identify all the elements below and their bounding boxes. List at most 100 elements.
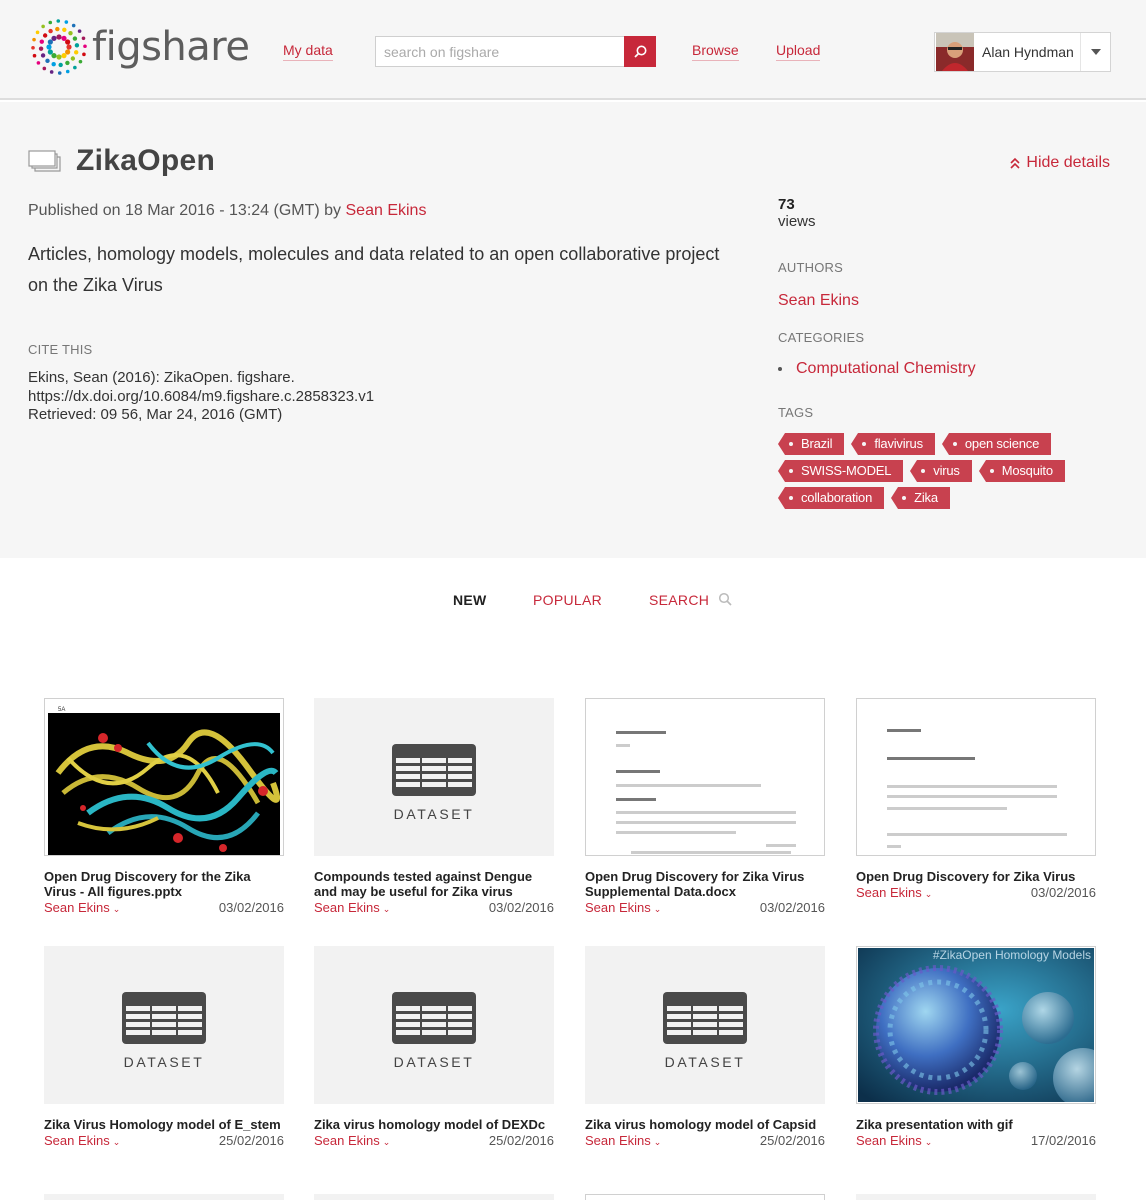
tab-popular[interactable]: POPULAR [533, 592, 602, 608]
next-row-thumbnail[interactable] [585, 1194, 825, 1200]
item-card[interactable]: DATASET Zika virus homology model of Cap… [585, 946, 825, 1149]
chevron-down-icon: ⌄ [924, 889, 933, 899]
item-thumbnail[interactable] [585, 698, 825, 856]
chevron-down-icon[interactable] [1080, 33, 1110, 71]
published-text: Published on 18 Mar 2016 - 13:24 (GMT) b… [28, 202, 342, 219]
tag[interactable]: collaboration [777, 487, 885, 509]
avatar [936, 33, 974, 71]
logo-dot [78, 59, 83, 64]
nav-upload[interactable]: Upload [776, 42, 821, 61]
next-row-thumbnail[interactable] [856, 1194, 1096, 1200]
next-row-thumbnail[interactable] [314, 1194, 554, 1200]
item-date: 03/02/2016 [1030, 885, 1096, 900]
item-card[interactable]: Open Drug Discovery for Zika Virus Suppl… [585, 698, 825, 916]
next-row-thumbnail[interactable] [44, 1194, 284, 1200]
logo-dot [56, 34, 62, 40]
hide-details-button[interactable]: Hide details [1010, 154, 1110, 172]
item-card[interactable]: DATASET Zika Virus Homology model of E_s… [44, 946, 284, 1149]
item-title[interactable]: Zika virus homology model of DEXDc [314, 1117, 554, 1132]
logo-dot [74, 50, 79, 55]
logo-dot [72, 36, 78, 41]
tab-new[interactable]: NEW [453, 592, 487, 608]
citation-line: Ekins, Sean (2016): ZikaOpen. figshare. [28, 369, 295, 386]
author-link[interactable]: Sean Ekins [778, 292, 859, 310]
search-button[interactable] [624, 36, 656, 67]
logo-dot [61, 53, 67, 59]
logo-dot [32, 53, 37, 58]
citation-doi: https://dx.doi.org/10.6084/m9.figshare.c… [28, 387, 375, 405]
logo-dot [47, 49, 53, 55]
item-title[interactable]: Open Drug Discovery for Zika Virus [856, 869, 1096, 884]
logo-dot [40, 53, 46, 58]
nav-browse[interactable]: Browse [692, 42, 739, 61]
item-thumbnail[interactable]: #ZikaOpen Homology Models [856, 946, 1096, 1104]
item-thumbnail[interactable]: DATASET [585, 946, 825, 1104]
chevron-down-icon: ⌄ [382, 1137, 391, 1147]
tag[interactable]: Brazil [777, 433, 845, 455]
item-author[interactable]: Sean Ekins ⌄ [44, 1133, 120, 1148]
item-thumbnail[interactable]: 5A [44, 698, 284, 856]
dataset-table-icon [392, 992, 476, 1044]
logo-dot [71, 23, 76, 28]
logo-dot [61, 35, 67, 41]
tab-search[interactable]: SEARCH [649, 592, 732, 608]
item-card[interactable]: 5A Open Drug Discovery for the Zika Viru… [44, 698, 284, 916]
item-title[interactable]: Open Drug Discovery for the Zika Virus -… [44, 869, 284, 899]
logo-dot [49, 70, 54, 74]
item-card[interactable]: #ZikaOpen Homology Models Zika presentat… [856, 946, 1096, 1149]
item-meta: Sean Ekins ⌄ 25/02/2016 [314, 1133, 554, 1149]
views-label: views [778, 213, 816, 230]
page-title: ZikaOpen [76, 144, 216, 177]
search-icon [719, 592, 732, 606]
item-author-name: Sean Ekins [856, 1133, 922, 1148]
item-thumbnail[interactable] [856, 698, 1096, 856]
item-title[interactable]: Zika Virus Homology model of E_stem [44, 1117, 284, 1132]
tab-search-label: SEARCH [649, 592, 710, 608]
nav-my-data[interactable]: My data [283, 42, 333, 61]
item-thumbnail[interactable]: DATASET [314, 946, 554, 1104]
item-author[interactable]: Sean Ekins ⌄ [585, 900, 661, 915]
logo-dot [66, 44, 72, 50]
tag-list: Brazil flavivirus open science SWISS-MOD… [777, 433, 1098, 509]
citation: Ekins, Sean (2016): ZikaOpen. figshare. … [28, 369, 374, 425]
logo-dot [48, 28, 53, 34]
item-author[interactable]: Sean Ekins ⌄ [314, 1133, 390, 1148]
item-meta: Sean Ekins ⌄ 25/02/2016 [44, 1133, 284, 1149]
item-thumbnail[interactable]: DATASET [314, 698, 554, 856]
published-author-link[interactable]: Sean Ekins [346, 202, 427, 219]
logo-dot [68, 30, 73, 36]
item-card[interactable]: DATASET Zika virus homology model of DEX… [314, 946, 554, 1149]
item-title[interactable]: Zika presentation with gif [856, 1117, 1096, 1132]
tag[interactable]: Zika [891, 487, 950, 509]
item-author-name: Sean Ekins [314, 900, 380, 915]
search-input[interactable] [375, 36, 625, 67]
tag[interactable]: virus [910, 460, 972, 482]
item-title[interactable]: Zika virus homology model of Capsid [585, 1117, 825, 1132]
user-menu[interactable]: Alan Hyndman [934, 32, 1111, 72]
item-title[interactable]: Compounds tested against Dengue and may … [314, 869, 554, 899]
item-author[interactable]: Sean Ekins ⌄ [856, 885, 932, 900]
item-thumbnail[interactable]: DATASET [44, 946, 284, 1104]
category-link[interactable]: Computational Chemistry [778, 360, 976, 378]
tag[interactable]: Mosquito [978, 460, 1065, 482]
tag[interactable]: flavivirus [851, 433, 935, 455]
item-author[interactable]: Sean Ekins ⌄ [44, 900, 120, 915]
tag[interactable]: SWISS-MODEL [777, 460, 904, 482]
item-card[interactable]: DATASET Compounds tested against Dengue … [314, 698, 554, 916]
search-icon [634, 45, 647, 58]
tag[interactable]: open science [941, 433, 1052, 455]
item-card[interactable]: Open Drug Discovery for Zika Virus Sean … [856, 698, 1096, 901]
item-author[interactable]: Sean Ekins ⌄ [314, 900, 390, 915]
top-header: figshare My data Browse Upload Alan Hynd… [0, 0, 1146, 100]
item-author-name: Sean Ekins [856, 885, 922, 900]
item-author[interactable]: Sean Ekins ⌄ [585, 1133, 661, 1148]
item-meta: Sean Ekins ⌄ 03/02/2016 [44, 900, 284, 916]
item-title[interactable]: Open Drug Discovery for Zika Virus Suppl… [585, 869, 825, 899]
item-author[interactable]: Sean Ekins ⌄ [856, 1133, 932, 1148]
citation-line: Retrieved: 09 56, Mar 24, 2016 (GMT) [28, 406, 283, 423]
chevron-down-icon: ⌄ [924, 1137, 933, 1147]
chevron-down-icon: ⌄ [653, 904, 662, 914]
logo-dot [36, 61, 41, 65]
figshare-logo[interactable]: figshare [30, 18, 250, 76]
dataset-label: DATASET [664, 1054, 746, 1070]
